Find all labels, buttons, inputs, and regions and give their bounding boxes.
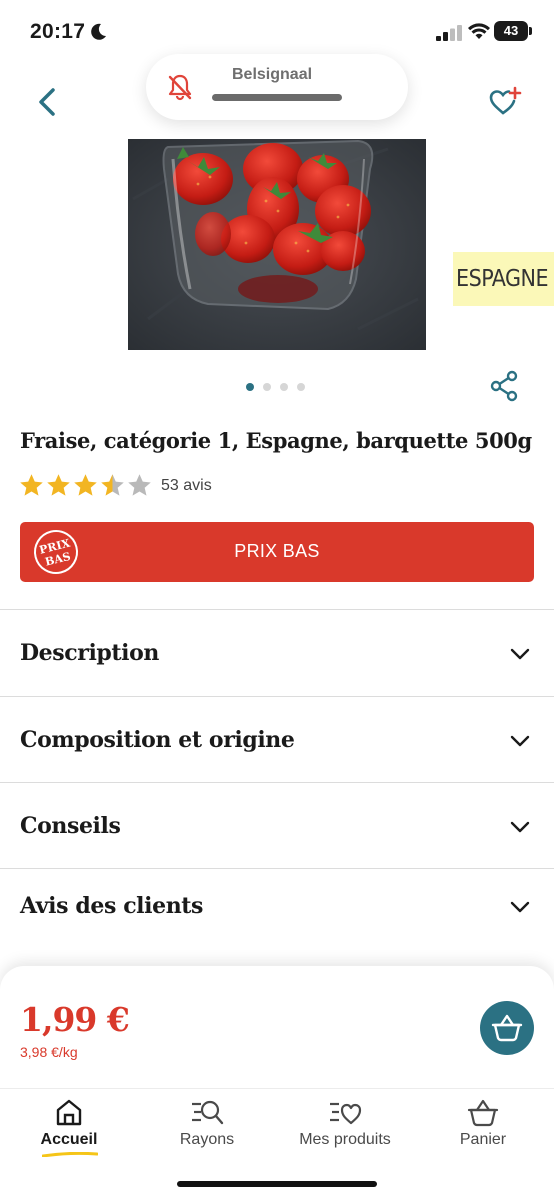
nav-label: Panier [459,1131,507,1148]
nav-item-panier[interactable]: Panier [414,1089,552,1159]
nav-label: Accueil [40,1131,98,1148]
section-title: Conseils [20,813,121,839]
nav-item-mes-produits[interactable]: Mes produits [276,1089,414,1159]
carousel-dot[interactable] [297,383,305,391]
battery-tip [529,27,532,35]
home-indicator[interactable] [177,1181,377,1187]
home-icon [56,1099,82,1126]
notification-progress-bar [212,94,342,101]
share-button[interactable] [488,370,520,402]
section-title: Composition et origine [20,727,295,753]
status-bar: 20:17 43 [0,0,554,60]
section-description[interactable]: Description [0,609,554,696]
prix-bas-label: PRIX BAS [234,541,320,561]
bell-muted-icon [168,74,192,101]
origin-badge: ESPAGNE [453,252,554,306]
price-per-unit: 3,98 €/kg [20,1044,78,1060]
notification-label: Belsignaal [232,66,313,83]
basket-icon [467,1099,499,1127]
moon-icon [91,23,106,40]
section-title: Description [20,640,159,666]
star-icon [20,474,43,496]
rating-count[interactable]: 53 avis [161,477,212,495]
share-icon [490,370,518,402]
list-search-icon [192,1100,224,1125]
list-heart-icon [330,1102,362,1125]
star-half-icon [101,474,124,496]
product-image[interactable] [128,139,426,350]
signal-icon [436,25,462,41]
chevron-down-icon [510,821,530,833]
notification-pill[interactable]: Belsignaal [146,54,408,120]
section-title: Avis des clients [20,893,204,919]
chevron-down-icon [510,735,530,747]
add-to-cart-button[interactable] [480,1001,534,1055]
prix-bas-banner[interactable]: PRIX BAS PRIX BAS [20,522,534,582]
rating[interactable]: 53 avis [18,472,212,499]
nav-item-accueil[interactable]: Accueil [0,1089,138,1159]
nav-label: Mes produits [299,1131,391,1148]
back-button[interactable] [30,84,66,120]
basket-icon [491,1014,523,1042]
section-conseils[interactable]: Conseils [0,782,554,868]
price-sheet: 1,99 € 3,98 €/kg [0,966,554,1096]
active-underline [42,1152,98,1157]
chevron-down-icon [510,901,530,913]
carousel-dot[interactable] [246,383,254,391]
star-icon [47,474,70,496]
nav-label: Rayons [179,1131,235,1148]
favorite-button[interactable] [486,84,522,120]
chevron-down-icon [510,648,530,660]
product-title: Fraise, catégorie 1, Espagne, barquette … [20,428,532,453]
carousel-dot[interactable] [263,383,271,391]
price-main: 1,99 € [20,1000,130,1039]
status-time: 20:17 [30,20,86,43]
nav-item-rayons[interactable]: Rayons [138,1089,276,1159]
battery-icon: 43 [494,21,528,41]
star-icon [74,474,97,496]
section-composition[interactable]: Composition et origine [0,696,554,782]
wifi-icon [468,23,490,39]
section-avis-clients[interactable]: Avis des clients [0,868,554,958]
carousel-dot[interactable] [280,383,288,391]
carousel-dots[interactable] [246,383,305,393]
star-empty-icon [128,474,151,496]
